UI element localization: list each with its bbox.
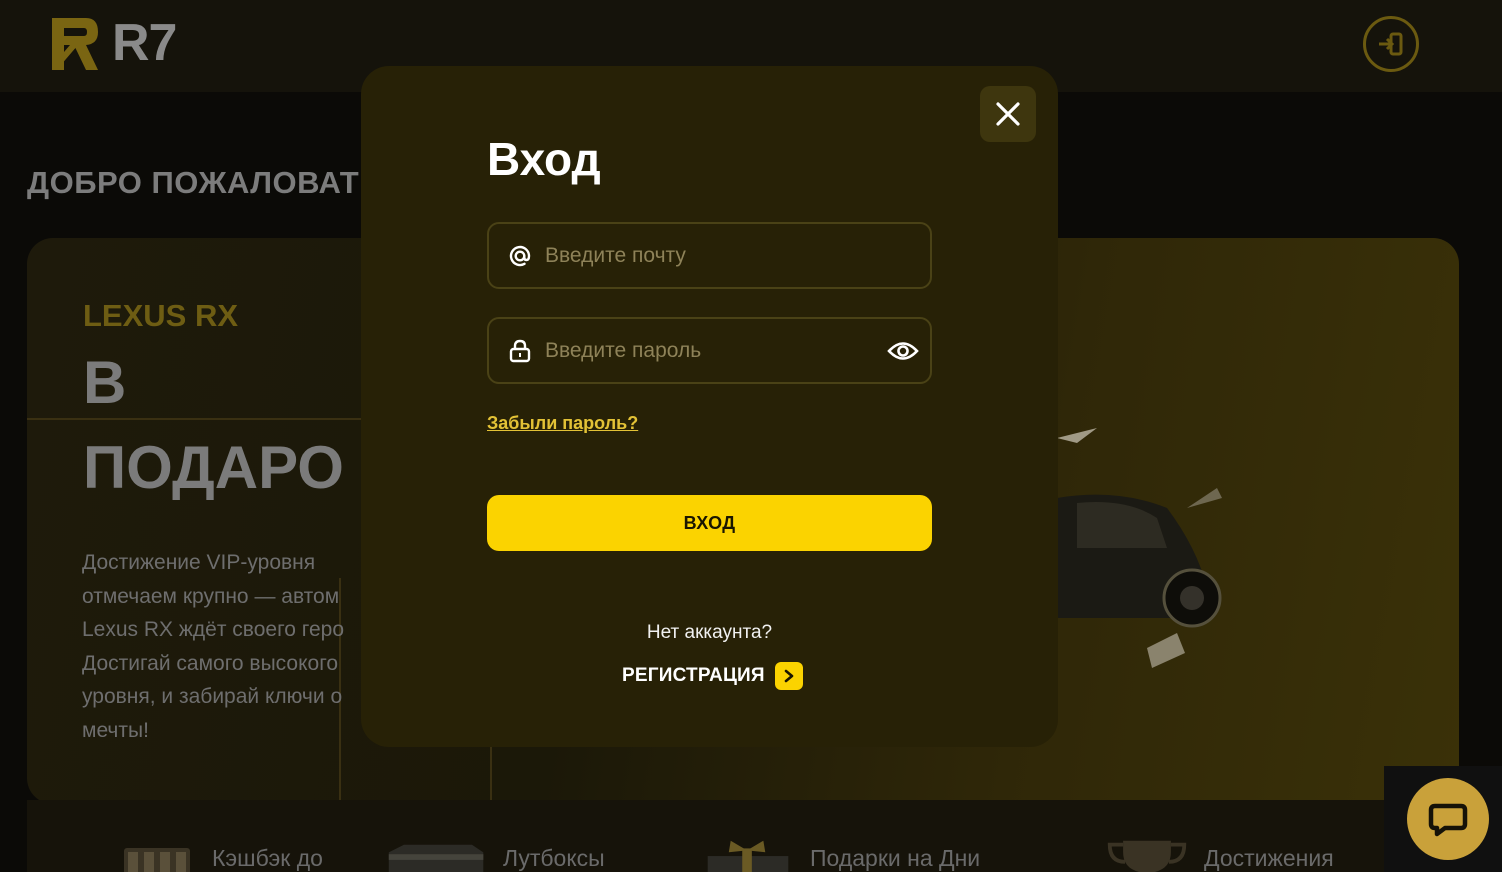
- email-input[interactable]: [545, 224, 930, 287]
- cashback-icon: [124, 848, 190, 872]
- car-image: [1057, 428, 1222, 668]
- password-field[interactable]: [487, 317, 932, 384]
- forgot-password-link[interactable]: Забыли пароль?: [487, 413, 638, 434]
- hero-desc-line: Достижение VIP-уровня: [82, 551, 316, 574]
- feature-lootbox[interactable]: Лутбоксы: [385, 838, 605, 872]
- logo-text: R7: [112, 14, 177, 72]
- hero-title-line1: В: [83, 349, 127, 416]
- chat-button[interactable]: [1407, 778, 1489, 860]
- close-icon: [996, 102, 1020, 126]
- feature-achievements[interactable]: Достижения: [1104, 838, 1334, 872]
- trophy-icon: [1107, 840, 1187, 872]
- hero-desc-line: отмечаем крупно — автом: [82, 584, 340, 608]
- feature-label: Лутбоксы: [503, 844, 605, 871]
- register-link[interactable]: РЕГИСТРАЦИЯ: [622, 662, 803, 690]
- close-button[interactable]: [980, 86, 1036, 142]
- login-submit-button[interactable]: ВХОД: [487, 495, 932, 551]
- feature-label: Подарки на Дни: [810, 844, 981, 871]
- register-label: РЕГИСТРАЦИЯ: [622, 665, 765, 686]
- hero-desc-line: уровня, и забирай ключи о: [82, 685, 343, 708]
- password-input[interactable]: [545, 319, 886, 382]
- no-account-text: Нет аккаунта?: [646, 622, 773, 643]
- modal-title: Вход: [487, 133, 601, 185]
- eye-icon[interactable]: [886, 334, 920, 368]
- login-arrow-icon: [1379, 32, 1403, 56]
- lootbox-icon: [388, 844, 484, 872]
- email-field[interactable]: [487, 222, 932, 289]
- lock-icon: [507, 338, 533, 364]
- at-icon: [507, 243, 533, 269]
- login-modal: Вход Введите почту Забыли пароль? ВХОД Н…: [361, 66, 1058, 747]
- feature-cashback[interactable]: Кэшбэк до: [120, 838, 323, 872]
- feature-gifts[interactable]: Подарки на Дни: [700, 838, 980, 872]
- gift-icon: [707, 840, 789, 872]
- hero-description: Достижение VIP-уровня отмечаем крупно — …: [82, 546, 382, 747]
- hero-tag: LEXUS RX: [83, 298, 239, 333]
- hero-title-line2: ПОДАРО: [83, 434, 344, 501]
- chevron-right-icon: [774, 662, 803, 690]
- r7-logo-mark-icon: [52, 18, 98, 70]
- chat-icon: [1428, 803, 1468, 837]
- login-icon[interactable]: [1363, 16, 1419, 72]
- hero-decor-line: [27, 418, 367, 420]
- logo[interactable]: R7: [50, 14, 177, 72]
- page: R7 ДОБРО ПОЖАЛОВАТ LEXUS RX В ПОДАРО Дос…: [0, 0, 1502, 872]
- welcome-heading: ДОБРО ПОЖАЛОВАТ: [27, 165, 360, 200]
- feature-label: Кэшбэк до: [212, 844, 323, 871]
- hero-desc-line: Lexus RX ждёт своего геро: [82, 618, 345, 641]
- hero-desc-line: мечты!: [82, 718, 149, 742]
- feature-label: Достижения: [1204, 844, 1334, 871]
- hero-desc-line: Достигай самого высокого: [82, 651, 339, 675]
